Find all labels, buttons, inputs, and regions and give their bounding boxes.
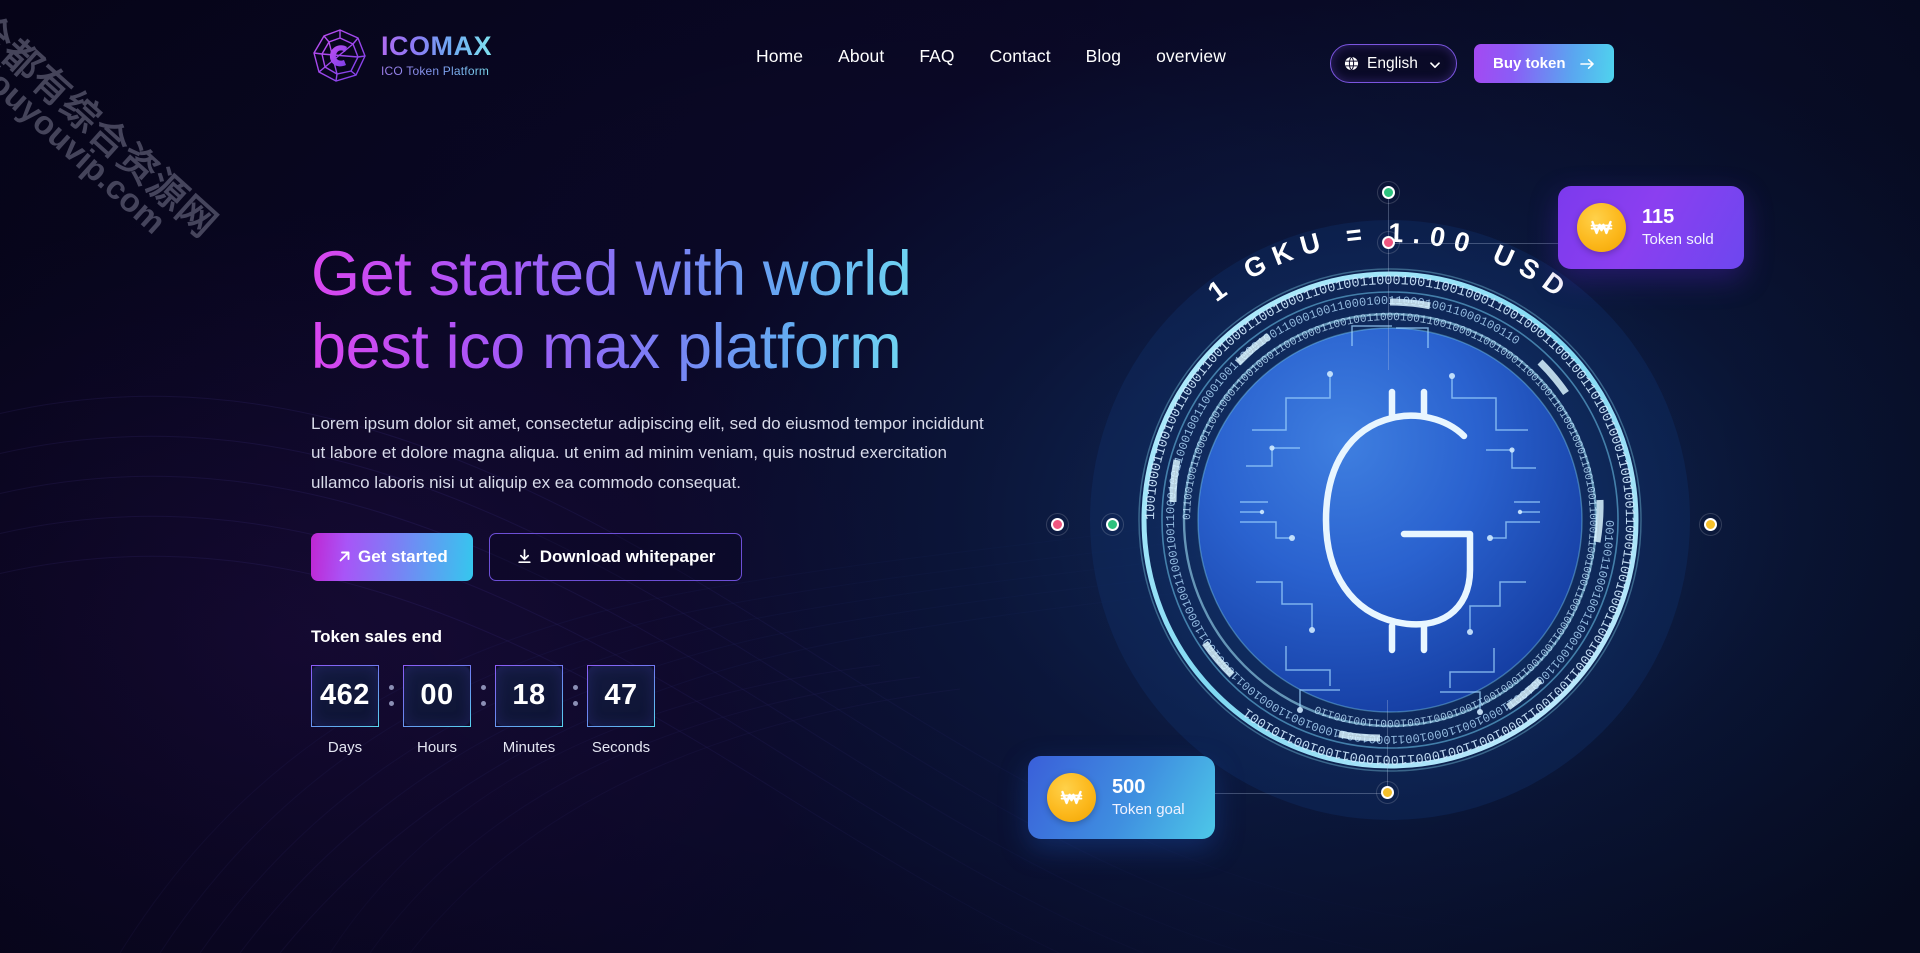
nav-item-faq[interactable]: FAQ [919, 46, 954, 67]
stat-card-token-sold[interactable]: 115 Token sold [1558, 186, 1744, 269]
marker-green-top [1377, 181, 1400, 204]
token-goal-caption: Token goal [1112, 801, 1185, 819]
hero-cta-row: Get started Download whitepaper [311, 532, 1031, 581]
hero-content: Get started with world best ico max plat… [311, 238, 1031, 756]
brand-name: ICOMAX [381, 31, 492, 61]
countdown-unit-days: 462 Days [311, 664, 379, 756]
countdown-unit-minutes: 18 Minutes [495, 664, 563, 756]
language-label: English [1367, 54, 1418, 72]
countdown-box-hours: 00 [403, 664, 471, 727]
connector-line-goal-vertical [1387, 700, 1388, 793]
marker-green-left [1101, 513, 1124, 536]
brand-tagline: ICO Token Platform [381, 65, 492, 77]
countdown-unit-seconds: 47 Seconds [587, 664, 655, 756]
hero-paragraph: Lorem ipsum dolor sit amet, consectetur … [311, 414, 984, 492]
countdown-label-minutes: Minutes [502, 738, 556, 756]
won-coin-icon [1047, 773, 1096, 822]
countdown-value-minutes: 18 [512, 679, 546, 712]
main-navigation: Home About FAQ Contact Blog overview [756, 46, 1226, 67]
marker-pink-top [1377, 231, 1400, 254]
brand-logo[interactable]: ICOMAX ICO Token Platform [311, 26, 492, 84]
marker-yellow-right [1699, 513, 1722, 536]
get-started-label: Get started [358, 546, 448, 566]
connector-line-goal-horizontal [1207, 793, 1387, 794]
buy-token-label: Buy token [1493, 55, 1566, 72]
countdown-value-seconds: 47 [604, 679, 638, 712]
nav-item-home[interactable]: Home [756, 46, 803, 67]
page-title: Get started with world best ico max plat… [311, 238, 1031, 384]
countdown-value-days: 462 [320, 679, 370, 712]
countdown-separator-1 [379, 665, 403, 727]
countdown-label-days: Days [327, 738, 363, 756]
countdown-label-seconds: Seconds [591, 738, 651, 756]
headline-line-1: Get started with world [311, 238, 912, 311]
token-sold-value: 115 [1642, 206, 1675, 229]
countdown-box-days: 462 [311, 664, 379, 727]
countdown-separator-2 [471, 665, 495, 727]
token-sold-caption: Token sold [1642, 231, 1714, 249]
countdown-separator-3 [563, 665, 587, 727]
download-whitepaper-button[interactable]: Download whitepaper [488, 532, 743, 581]
buy-token-button[interactable]: Buy token [1474, 44, 1614, 83]
nav-item-blog[interactable]: Blog [1086, 46, 1121, 67]
download-whitepaper-label: Download whitepaper [539, 546, 716, 566]
download-icon [516, 548, 533, 565]
headline-line-2: best ico max platform [311, 311, 902, 384]
countdown-unit-hours: 00 Hours [403, 664, 471, 756]
countdown-box-minutes: 18 [495, 664, 563, 727]
arrow-up-right-icon [336, 548, 353, 565]
token-goal-value: 500 [1112, 776, 1146, 799]
stat-card-token-goal[interactable]: 500 Token goal [1028, 756, 1215, 839]
globe-icon [1344, 56, 1359, 71]
connector-line-sold-vertical [1388, 194, 1389, 370]
countdown-title: Token sales end [311, 626, 443, 646]
chevron-down-icon [1429, 58, 1441, 70]
countdown-box-seconds: 47 [587, 664, 655, 727]
nav-item-about[interactable]: About [838, 46, 884, 67]
countdown-section: Token sales end 462 Days 00 Hours 18 Min… [311, 627, 1031, 756]
language-selector[interactable]: English [1330, 44, 1457, 83]
polygon-c-logo-icon [311, 26, 369, 84]
countdown-label-hours: Hours [416, 738, 457, 756]
get-started-button[interactable]: Get started [311, 532, 473, 581]
marker-pink-left [1046, 513, 1069, 536]
nav-item-overview[interactable]: overview [1156, 46, 1226, 67]
site-header: ICOMAX ICO Token Platform Home About FAQ… [0, 0, 1920, 102]
marker-yellow-bottom [1376, 781, 1399, 804]
nav-item-contact[interactable]: Contact [990, 46, 1051, 67]
connector-line-sold-horizontal [1388, 243, 1560, 244]
won-coin-icon [1577, 203, 1626, 252]
arrow-right-icon [1579, 58, 1595, 70]
countdown-row: 462 Days 00 Hours 18 Minutes 47 Seconds [311, 664, 1031, 756]
countdown-value-hours: 00 [420, 679, 454, 712]
